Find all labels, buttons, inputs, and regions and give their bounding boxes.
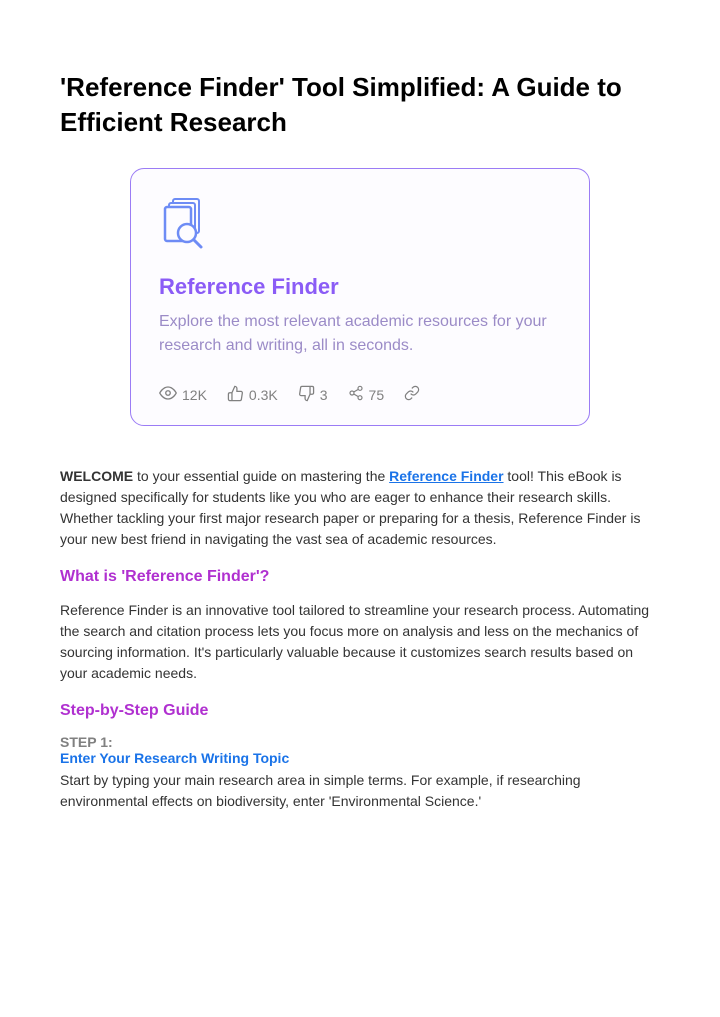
thumbs-up-icon xyxy=(227,385,244,405)
likes-stat: 0.3K xyxy=(227,385,278,405)
intro-text-1: to your essential guide on mastering the xyxy=(133,468,389,484)
card-wrapper: Reference Finder Explore the most releva… xyxy=(60,168,660,426)
card-description: Explore the most relevant academic resou… xyxy=(159,310,561,358)
card-title: Reference Finder xyxy=(159,274,561,300)
page-title: 'Reference Finder' Tool Simplified: A Gu… xyxy=(60,70,660,140)
link-stat xyxy=(404,385,420,404)
what-is-heading: What is 'Reference Finder'? xyxy=(60,568,660,586)
eye-icon xyxy=(159,384,177,405)
intro-paragraph: WELCOME to your essential guide on maste… xyxy=(60,466,660,550)
step-1-title: Enter Your Research Writing Topic xyxy=(60,750,660,766)
step-1-body: Start by typing your main research area … xyxy=(60,770,660,812)
shares-count: 75 xyxy=(369,387,385,403)
views-count: 12K xyxy=(182,387,207,403)
card-stats: 12K 0.3K 3 xyxy=(159,384,561,405)
what-is-body: Reference Finder is an innovative tool t… xyxy=(60,600,660,684)
dislikes-stat: 3 xyxy=(298,385,328,405)
share-icon xyxy=(348,385,364,404)
welcome-label: WELCOME xyxy=(60,468,133,484)
views-stat: 12K xyxy=(159,384,207,405)
likes-count: 0.3K xyxy=(249,387,278,403)
dislikes-count: 3 xyxy=(320,387,328,403)
link-icon xyxy=(404,385,420,404)
reference-finder-link[interactable]: Reference Finder xyxy=(389,468,503,484)
documents-search-icon xyxy=(159,195,561,256)
step-1-label: STEP 1: xyxy=(60,734,660,750)
shares-stat: 75 xyxy=(348,385,385,404)
thumbs-down-icon xyxy=(298,385,315,405)
step-guide-heading: Step-by-Step Guide xyxy=(60,702,660,720)
reference-finder-card: Reference Finder Explore the most releva… xyxy=(130,168,590,426)
